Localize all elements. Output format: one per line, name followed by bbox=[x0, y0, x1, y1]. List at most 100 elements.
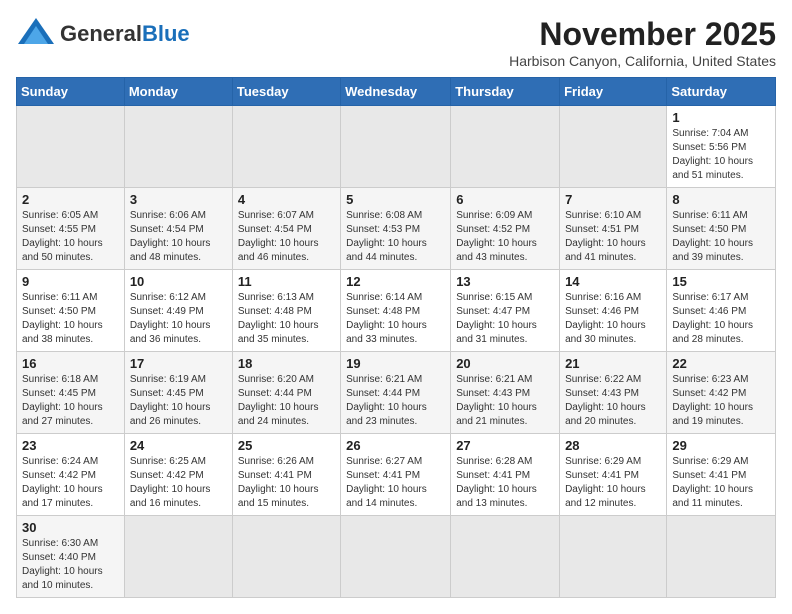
day-number: 4 bbox=[238, 192, 335, 207]
day-info: Sunrise: 6:11 AM Sunset: 4:50 PM Dayligh… bbox=[22, 291, 119, 347]
day-number: 18 bbox=[238, 356, 335, 371]
day-info: Sunrise: 6:21 AM Sunset: 4:44 PM Dayligh… bbox=[346, 373, 445, 429]
calendar-cell: 18 Sunrise: 6:20 AM Sunset: 4:44 PM Dayli… bbox=[232, 352, 340, 434]
day-number: 21 bbox=[565, 356, 661, 371]
calendar-cell: 17 Sunrise: 6:19 AM Sunset: 4:45 PM Dayli… bbox=[124, 352, 232, 434]
month-year-title: November 2025 bbox=[509, 16, 776, 53]
calendar-week-6: 30Sunrise: 6:30 AM Sunset: 4:40 PM Dayli… bbox=[17, 516, 776, 598]
weekday-header-monday: Monday bbox=[124, 78, 232, 106]
day-info: Sunrise: 6:24 AM Sunset: 4:42 PM Dayligh… bbox=[22, 455, 119, 511]
day-info: Sunrise: 6:21 AM Sunset: 4:43 PM Dayligh… bbox=[456, 373, 554, 429]
calendar-cell: 7 Sunrise: 6:10 AM Sunset: 4:51 PM Daylig… bbox=[560, 188, 667, 270]
calendar-cell: 30Sunrise: 6:30 AM Sunset: 4:40 PM Dayli… bbox=[17, 516, 125, 598]
day-number: 28 bbox=[565, 438, 661, 453]
day-info: Sunrise: 6:09 AM Sunset: 4:52 PM Dayligh… bbox=[456, 209, 554, 265]
weekday-header-friday: Friday bbox=[560, 78, 667, 106]
calendar-cell bbox=[451, 516, 560, 598]
location-subtitle: Harbison Canyon, California, United Stat… bbox=[509, 53, 776, 69]
calendar-cell: 12Sunrise: 6:14 AM Sunset: 4:48 PM Dayli… bbox=[341, 270, 451, 352]
day-number: 16 bbox=[22, 356, 119, 371]
calendar-cell bbox=[124, 516, 232, 598]
weekday-header-saturday: Saturday bbox=[667, 78, 776, 106]
calendar-cell bbox=[341, 516, 451, 598]
calendar-cell: 26Sunrise: 6:27 AM Sunset: 4:41 PM Dayli… bbox=[341, 434, 451, 516]
day-info: Sunrise: 6:29 AM Sunset: 4:41 PM Dayligh… bbox=[672, 455, 770, 511]
day-info: Sunrise: 6:11 AM Sunset: 4:50 PM Dayligh… bbox=[672, 209, 770, 265]
calendar-week-1: 1 Sunrise: 7:04 AM Sunset: 5:56 PM Daylig… bbox=[17, 106, 776, 188]
calendar-cell: 9 Sunrise: 6:11 AM Sunset: 4:50 PM Daylig… bbox=[17, 270, 125, 352]
day-number: 13 bbox=[456, 274, 554, 289]
day-info: Sunrise: 6:07 AM Sunset: 4:54 PM Dayligh… bbox=[238, 209, 335, 265]
day-info: Sunrise: 6:27 AM Sunset: 4:41 PM Dayligh… bbox=[346, 455, 445, 511]
day-info: Sunrise: 6:13 AM Sunset: 4:48 PM Dayligh… bbox=[238, 291, 335, 347]
day-info: Sunrise: 6:17 AM Sunset: 4:46 PM Dayligh… bbox=[672, 291, 770, 347]
calendar-cell bbox=[451, 106, 560, 188]
day-number: 19 bbox=[346, 356, 445, 371]
calendar-cell: 8Sunrise: 6:11 AM Sunset: 4:50 PM Daylig… bbox=[667, 188, 776, 270]
calendar-cell: 23Sunrise: 6:24 AM Sunset: 4:42 PM Dayli… bbox=[17, 434, 125, 516]
day-info: Sunrise: 6:18 AM Sunset: 4:45 PM Dayligh… bbox=[22, 373, 119, 429]
day-info: Sunrise: 6:22 AM Sunset: 4:43 PM Dayligh… bbox=[565, 373, 661, 429]
calendar-cell: 11 Sunrise: 6:13 AM Sunset: 4:48 PM Dayli… bbox=[232, 270, 340, 352]
day-number: 14 bbox=[565, 274, 661, 289]
calendar-cell: 10 Sunrise: 6:12 AM Sunset: 4:49 PM Dayli… bbox=[124, 270, 232, 352]
day-number: 11 bbox=[238, 274, 335, 289]
calendar-cell bbox=[232, 516, 340, 598]
day-info: Sunrise: 6:12 AM Sunset: 4:49 PM Dayligh… bbox=[130, 291, 227, 347]
calendar-cell bbox=[124, 106, 232, 188]
calendar-cell: 14 Sunrise: 6:16 AM Sunset: 4:46 PM Dayli… bbox=[560, 270, 667, 352]
day-number: 15 bbox=[672, 274, 770, 289]
calendar-cell bbox=[17, 106, 125, 188]
day-info: Sunrise: 6:20 AM Sunset: 4:44 PM Dayligh… bbox=[238, 373, 335, 429]
day-info: Sunrise: 6:25 AM Sunset: 4:42 PM Dayligh… bbox=[130, 455, 227, 511]
day-info: Sunrise: 6:16 AM Sunset: 4:46 PM Dayligh… bbox=[565, 291, 661, 347]
calendar-cell: 21 Sunrise: 6:22 AM Sunset: 4:43 PM Dayli… bbox=[560, 352, 667, 434]
day-number: 10 bbox=[130, 274, 227, 289]
calendar-cell: 19 Sunrise: 6:21 AM Sunset: 4:44 PM Dayli… bbox=[341, 352, 451, 434]
day-info: Sunrise: 6:19 AM Sunset: 4:45 PM Dayligh… bbox=[130, 373, 227, 429]
calendar-cell: 13 Sunrise: 6:15 AM Sunset: 4:47 PM Dayli… bbox=[451, 270, 560, 352]
day-number: 17 bbox=[130, 356, 227, 371]
calendar-cell: 2Sunrise: 6:05 AM Sunset: 4:55 PM Daylig… bbox=[17, 188, 125, 270]
calendar-week-3: 9 Sunrise: 6:11 AM Sunset: 4:50 PM Daylig… bbox=[17, 270, 776, 352]
day-info: Sunrise: 6:23 AM Sunset: 4:42 PM Dayligh… bbox=[672, 373, 770, 429]
day-info: Sunrise: 6:08 AM Sunset: 4:53 PM Dayligh… bbox=[346, 209, 445, 265]
day-number: 27 bbox=[456, 438, 554, 453]
calendar-cell: 22 Sunrise: 6:23 AM Sunset: 4:42 PM Dayli… bbox=[667, 352, 776, 434]
day-info: Sunrise: 6:15 AM Sunset: 4:47 PM Dayligh… bbox=[456, 291, 554, 347]
day-info: Sunrise: 6:28 AM Sunset: 4:41 PM Dayligh… bbox=[456, 455, 554, 511]
day-number: 24 bbox=[130, 438, 227, 453]
day-number: 2 bbox=[22, 192, 119, 207]
day-number: 29 bbox=[672, 438, 770, 453]
day-info: Sunrise: 6:30 AM Sunset: 4:40 PM Dayligh… bbox=[22, 537, 119, 593]
day-number: 9 bbox=[22, 274, 119, 289]
calendar-cell: 27 Sunrise: 6:28 AM Sunset: 4:41 PM Dayli… bbox=[451, 434, 560, 516]
calendar-table: SundayMondayTuesdayWednesdayThursdayFrid… bbox=[16, 77, 776, 598]
page-header: GeneralBlue November 2025 Harbison Canyo… bbox=[16, 16, 776, 69]
day-number: 25 bbox=[238, 438, 335, 453]
weekday-header-thursday: Thursday bbox=[451, 78, 560, 106]
calendar-cell: 24 Sunrise: 6:25 AM Sunset: 4:42 PM Dayli… bbox=[124, 434, 232, 516]
day-number: 12 bbox=[346, 274, 445, 289]
calendar-header-row: SundayMondayTuesdayWednesdayThursdayFrid… bbox=[17, 78, 776, 106]
weekday-header-sunday: Sunday bbox=[17, 78, 125, 106]
calendar-cell bbox=[560, 516, 667, 598]
day-number: 7 bbox=[565, 192, 661, 207]
logo-text: GeneralBlue bbox=[60, 21, 190, 47]
calendar-cell: 6 Sunrise: 6:09 AM Sunset: 4:52 PM Daylig… bbox=[451, 188, 560, 270]
day-number: 22 bbox=[672, 356, 770, 371]
day-info: Sunrise: 6:26 AM Sunset: 4:41 PM Dayligh… bbox=[238, 455, 335, 511]
day-number: 6 bbox=[456, 192, 554, 207]
calendar-cell: 5Sunrise: 6:08 AM Sunset: 4:53 PM Daylig… bbox=[341, 188, 451, 270]
calendar-cell bbox=[667, 516, 776, 598]
calendar-cell: 20Sunrise: 6:21 AM Sunset: 4:43 PM Dayli… bbox=[451, 352, 560, 434]
day-info: Sunrise: 6:10 AM Sunset: 4:51 PM Dayligh… bbox=[565, 209, 661, 265]
logo-area: GeneralBlue bbox=[16, 16, 190, 51]
title-area: November 2025 Harbison Canyon, Californi… bbox=[509, 16, 776, 69]
day-info: Sunrise: 6:29 AM Sunset: 4:41 PM Dayligh… bbox=[565, 455, 661, 511]
day-info: Sunrise: 6:06 AM Sunset: 4:54 PM Dayligh… bbox=[130, 209, 227, 265]
day-number: 1 bbox=[672, 110, 770, 125]
calendar-week-2: 2Sunrise: 6:05 AM Sunset: 4:55 PM Daylig… bbox=[17, 188, 776, 270]
day-info: Sunrise: 7:04 AM Sunset: 5:56 PM Dayligh… bbox=[672, 127, 770, 183]
calendar-cell: 3Sunrise: 6:06 AM Sunset: 4:54 PM Daylig… bbox=[124, 188, 232, 270]
